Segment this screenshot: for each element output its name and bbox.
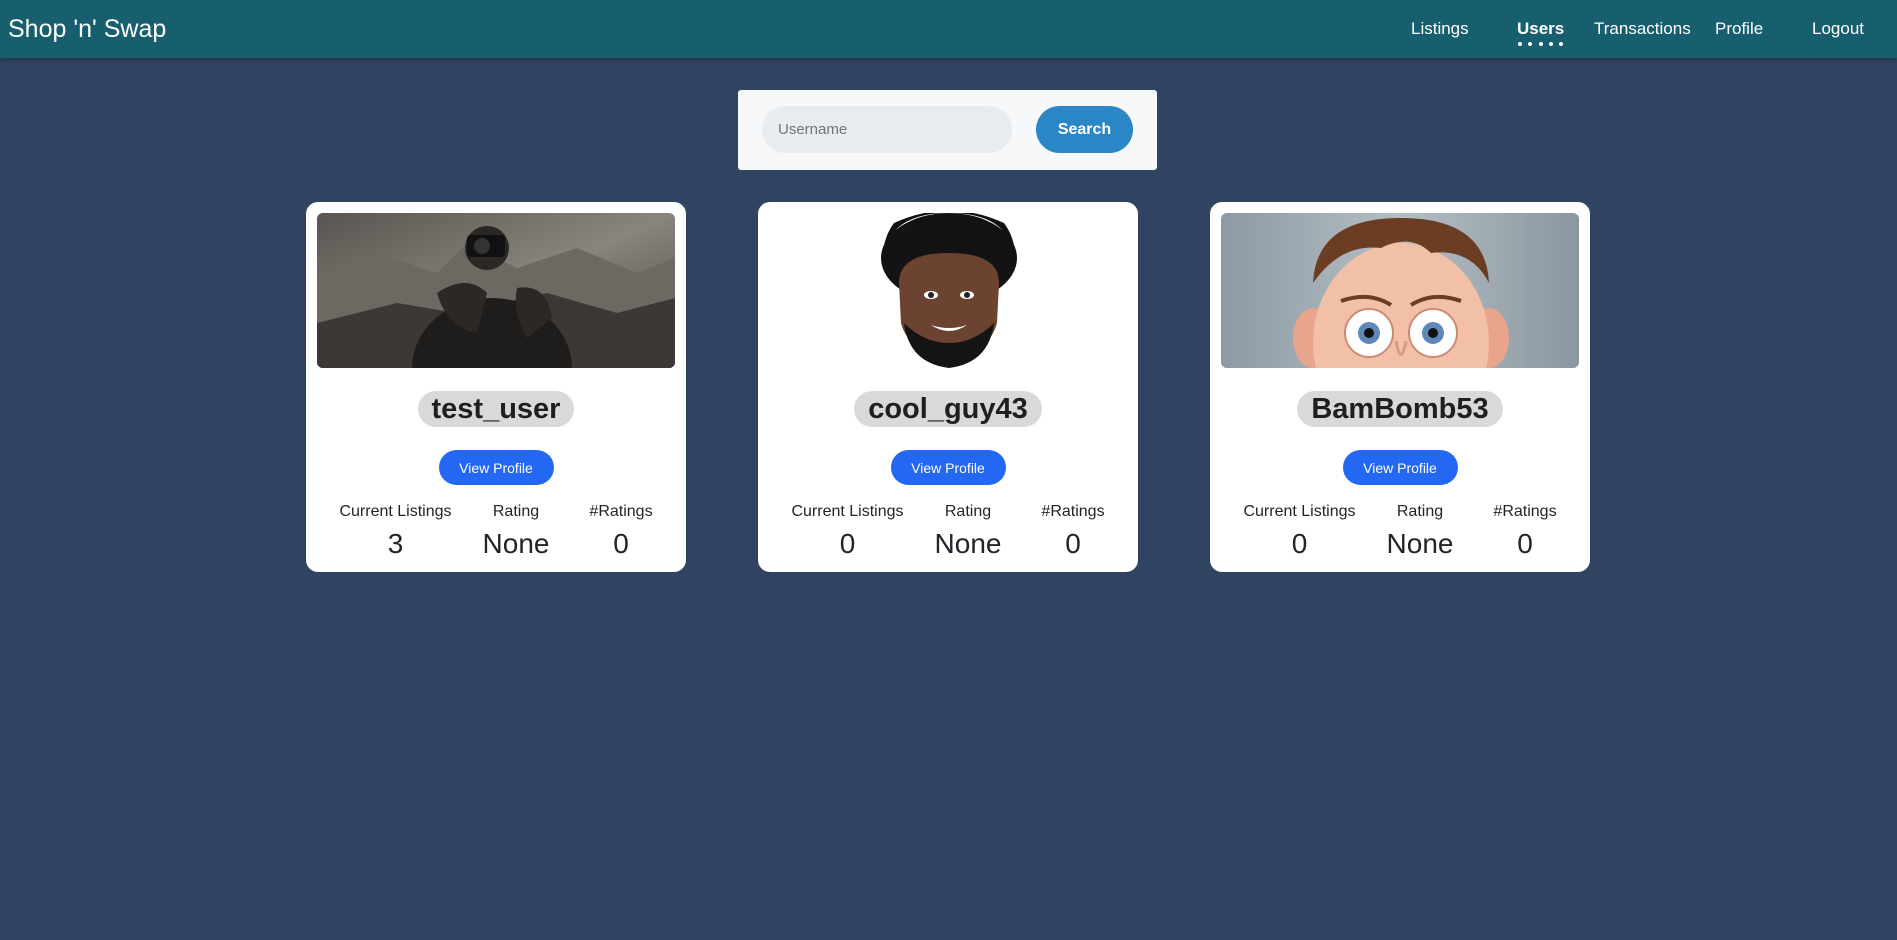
stat-value: None (1386, 528, 1454, 559)
stat-value: 0 (1065, 528, 1081, 559)
username-search-input[interactable] (762, 106, 1012, 153)
stat-label: Rating (1396, 503, 1444, 520)
stat-num-ratings: #Ratings 0 (1038, 502, 1108, 562)
top-navbar: Shop 'n' Swap Listings Users Transaction… (0, 0, 1897, 58)
stat-num-ratings: #Ratings 0 (586, 502, 656, 562)
stat-num-ratings: #Ratings 0 (1490, 502, 1560, 562)
stat-value: 3 (387, 528, 404, 559)
stat-current-listings: Current Listings 3 (338, 502, 453, 562)
view-profile-button[interactable]: View Profile (438, 450, 554, 485)
username-pill: BamBomb53 (1210, 391, 1590, 427)
user-card: test_user View Profile Current Listings … (306, 202, 686, 572)
user-card: BamBomb53 View Profile Current Listings … (1210, 202, 1590, 572)
user-avatar-image (769, 213, 1127, 368)
stat-value: 0 (839, 528, 856, 559)
stat-label: #Ratings (589, 503, 653, 520)
username: test_user (417, 391, 575, 427)
user-stats: Current Listings 0 Rating None #Ratings … (758, 502, 1138, 562)
stat-value: 0 (1291, 528, 1308, 559)
brand-title[interactable]: Shop 'n' Swap (8, 14, 166, 44)
photographer-photo (317, 213, 675, 368)
stat-current-listings: Current Listings 0 (790, 502, 905, 562)
cartoon-face-illustration (1221, 213, 1579, 368)
view-profile-button[interactable]: View Profile (1342, 450, 1458, 485)
nav-transactions[interactable]: Transactions (1594, 18, 1691, 40)
username-pill: test_user (306, 391, 686, 427)
nav-listings[interactable]: Listings (1411, 18, 1469, 40)
stat-label: Current Listings (339, 503, 452, 520)
user-stats: Current Listings 3 Rating None #Ratings … (306, 502, 686, 562)
stat-label: Current Listings (791, 503, 904, 520)
smiling-man-photo (769, 213, 1127, 368)
nav-users[interactable]: Users (1517, 18, 1565, 46)
stat-label: Rating (492, 503, 540, 520)
stat-label: #Ratings (1041, 503, 1105, 520)
stat-label: #Ratings (1493, 503, 1557, 520)
username-pill: cool_guy43 (758, 391, 1138, 427)
username: cool_guy43 (854, 391, 1042, 427)
nav-users-label: Users (1517, 19, 1565, 38)
nav-logout[interactable]: Logout (1812, 18, 1864, 40)
view-profile-button[interactable]: View Profile (890, 450, 1006, 485)
search-button[interactable]: Search (1036, 106, 1133, 153)
search-panel: Search (738, 90, 1157, 170)
stat-rating: Rating None (928, 502, 1008, 562)
stat-value: 0 (613, 528, 629, 559)
active-indicator (1517, 42, 1564, 48)
stat-value: 0 (1517, 528, 1533, 559)
stat-rating: Rating None (476, 502, 556, 562)
stat-value: None (934, 528, 1002, 559)
user-stats: Current Listings 0 Rating None #Ratings … (1210, 502, 1590, 562)
stat-rating: Rating None (1380, 502, 1460, 562)
nav-profile[interactable]: Profile (1715, 18, 1763, 40)
user-avatar-image (1221, 213, 1579, 368)
user-avatar-image (317, 213, 675, 368)
user-card: cool_guy43 View Profile Current Listings… (758, 202, 1138, 572)
stat-value: None (482, 528, 550, 559)
stat-label: Rating (944, 503, 992, 520)
stat-current-listings: Current Listings 0 (1242, 502, 1357, 562)
stat-label: Current Listings (1243, 503, 1356, 520)
username: BamBomb53 (1297, 391, 1503, 427)
